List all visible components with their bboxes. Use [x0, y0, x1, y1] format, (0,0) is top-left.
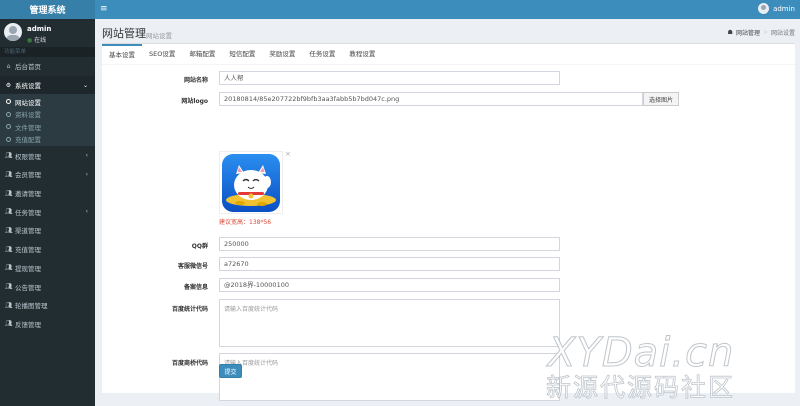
qq-group-label: QQ群 [191, 243, 208, 250]
baidu-bridge-label: 百度商桥代码 [171, 360, 208, 367]
site-logo-input[interactable]: 20180814/85e207722bf9bfb3aa3fabb5b7bd047… [219, 92, 643, 106]
lucky-cat-logo-image [222, 154, 280, 212]
top-navbar: ≡ admin [95, 0, 800, 19]
user-panel: admin ● 在线 [0, 19, 95, 47]
sidebar-item-channels[interactable]: 👥︎ 渠道管理 [0, 221, 95, 240]
settings-tabs: 基本设置 SEO设置 邮箱配置 短信配置 奖励设置 任务设置 教程设置 [102, 44, 795, 65]
wechat-input[interactable]: a72670 [219, 257, 560, 271]
breadcrumb-current: 网站设置 [770, 30, 795, 37]
sidebar-item-carousel[interactable]: 👥︎ 轮播图管理 [0, 296, 95, 315]
sidebar-subitem-site-settings[interactable]: 网站设置 [0, 95, 95, 108]
choose-image-button[interactable]: 选择图片 [643, 92, 679, 106]
users-icon: 👥︎ [5, 301, 13, 309]
sidebar-item-home[interactable]: ⌂ 后台首页 [0, 57, 95, 76]
sidebar-username: admin [27, 25, 52, 33]
sidebar-item-announcements[interactable]: 👥︎ 公告管理 [0, 277, 95, 296]
gear-icon: ⚙ [5, 81, 12, 89]
tab-tutorial[interactable]: 教程设置 [342, 44, 382, 65]
logo-preview [219, 151, 283, 214]
sidebar-item-tasks[interactable]: 👥︎ 任务管理 ‹ [0, 202, 95, 221]
online-status: ● 在线 [27, 37, 47, 44]
chevron-down-icon: ⌄ [82, 81, 88, 89]
site-logo-label: 网站logo [181, 98, 208, 105]
sidebar-item-invites[interactable]: 👥︎ 邀请管理 [0, 184, 95, 203]
sidebar-item-feedback[interactable]: 👥︎ 反馈管理 [0, 315, 95, 334]
sidebar-subitem-recharge-config[interactable]: 充值配置 [0, 133, 95, 146]
chevron-left-icon: ‹ [85, 208, 88, 216]
submit-button[interactable]: 提交 [219, 364, 242, 378]
sidebar-subitem-profile-settings[interactable]: 资料设置 [0, 108, 95, 121]
tab-seo[interactable]: SEO设置 [142, 44, 182, 65]
chevron-left-icon: ‹ [85, 170, 88, 178]
site-name-label: 网站名称 [183, 77, 208, 84]
watermark-subtext: 新源代源码社区 [546, 373, 736, 403]
baidu-stats-textarea[interactable]: 请输入百度统计代码 [219, 299, 560, 347]
tab-rewards[interactable]: 奖励设置 [262, 44, 302, 65]
app-logo[interactable]: 管理系统 [0, 0, 95, 19]
logo-size-hint: 建议宽高：138*56 [219, 219, 272, 226]
users-icon: 👥︎ [5, 264, 13, 272]
users-icon: 👥︎ [5, 152, 13, 160]
status-dot-icon: ● [27, 37, 33, 44]
icp-label: 备案信息 [183, 284, 208, 291]
content-header: 网站管理 网站设置 ☗ 网站管理 > 网站设置 [95, 19, 800, 43]
users-icon: 👥︎ [5, 189, 13, 197]
tab-sms[interactable]: 短信配置 [222, 44, 262, 65]
menu-toggle-icon[interactable]: ≡ [100, 4, 108, 14]
circle-icon [6, 124, 11, 130]
users-icon: 👥︎ [5, 208, 13, 216]
users-icon: 👥︎ [5, 170, 13, 178]
dashboard-icon: ☗ [727, 29, 733, 36]
breadcrumb-separator: > [762, 29, 768, 36]
sidebar-item-withdraw[interactable]: 👥︎ 提现管理 [0, 259, 95, 278]
site-name-input[interactable]: 人人帮 [219, 71, 560, 85]
tab-tasks[interactable]: 任务设置 [302, 44, 342, 65]
chevron-left-icon: ‹ [85, 152, 88, 160]
submenu-system-settings: 网站设置 资料设置 文件管理 充值配置 [0, 94, 95, 147]
breadcrumb: ☗ 网站管理 > 网站设置 [728, 28, 795, 37]
page-subtitle: 网站设置 [146, 32, 172, 40]
avatar [758, 3, 770, 14]
top-user-menu[interactable]: admin [758, 3, 795, 14]
sidebar-item-system-settings[interactable]: ⚙ 系统设置 ⌄ [0, 75, 95, 95]
circle-icon [6, 136, 11, 142]
users-icon: 👥︎ [5, 245, 13, 253]
breadcrumb-link[interactable]: 网站管理 [736, 28, 760, 37]
sidebar-item-recharge[interactable]: 👥︎ 充值管理 [0, 240, 95, 259]
sidebar-item-permissions[interactable]: 👥︎ 权限管理 ‹ [0, 146, 95, 165]
tab-basic[interactable]: 基本设置 [102, 44, 142, 65]
wechat-label: 客服微信号 [177, 263, 208, 270]
sidebar-item-members[interactable]: 👥︎ 会员管理 ‹ [0, 165, 95, 184]
baidu-stats-label: 百度统计代码 [171, 306, 208, 313]
users-icon: 👥︎ [5, 320, 13, 328]
circle-icon [6, 111, 11, 117]
avatar [4, 23, 22, 41]
top-username: admin [773, 4, 795, 13]
sidebar-subitem-file-management[interactable]: 文件管理 [0, 120, 95, 133]
home-icon: ⌂ [6, 62, 11, 70]
users-icon: 👥︎ [5, 283, 13, 291]
users-icon: 👥︎ [5, 226, 13, 234]
nav-header: 功能菜单 [0, 47, 95, 57]
qq-group-input[interactable]: 250000 [219, 237, 560, 251]
page-title: 网站管理 [102, 27, 146, 40]
sidebar: admin ● 在线 功能菜单 ⌂ 后台首页 ⚙ 系统设置 ⌄ 网站设置 资料设置 … [0, 19, 95, 406]
baidu-bridge-textarea[interactable]: 请输入百度统计代码 [219, 353, 560, 401]
tab-email[interactable]: 邮箱配置 [182, 44, 222, 65]
icp-input[interactable]: @2018界-10000100 [219, 278, 560, 292]
remove-image-icon[interactable]: × [285, 150, 291, 158]
circle-icon [6, 99, 11, 105]
